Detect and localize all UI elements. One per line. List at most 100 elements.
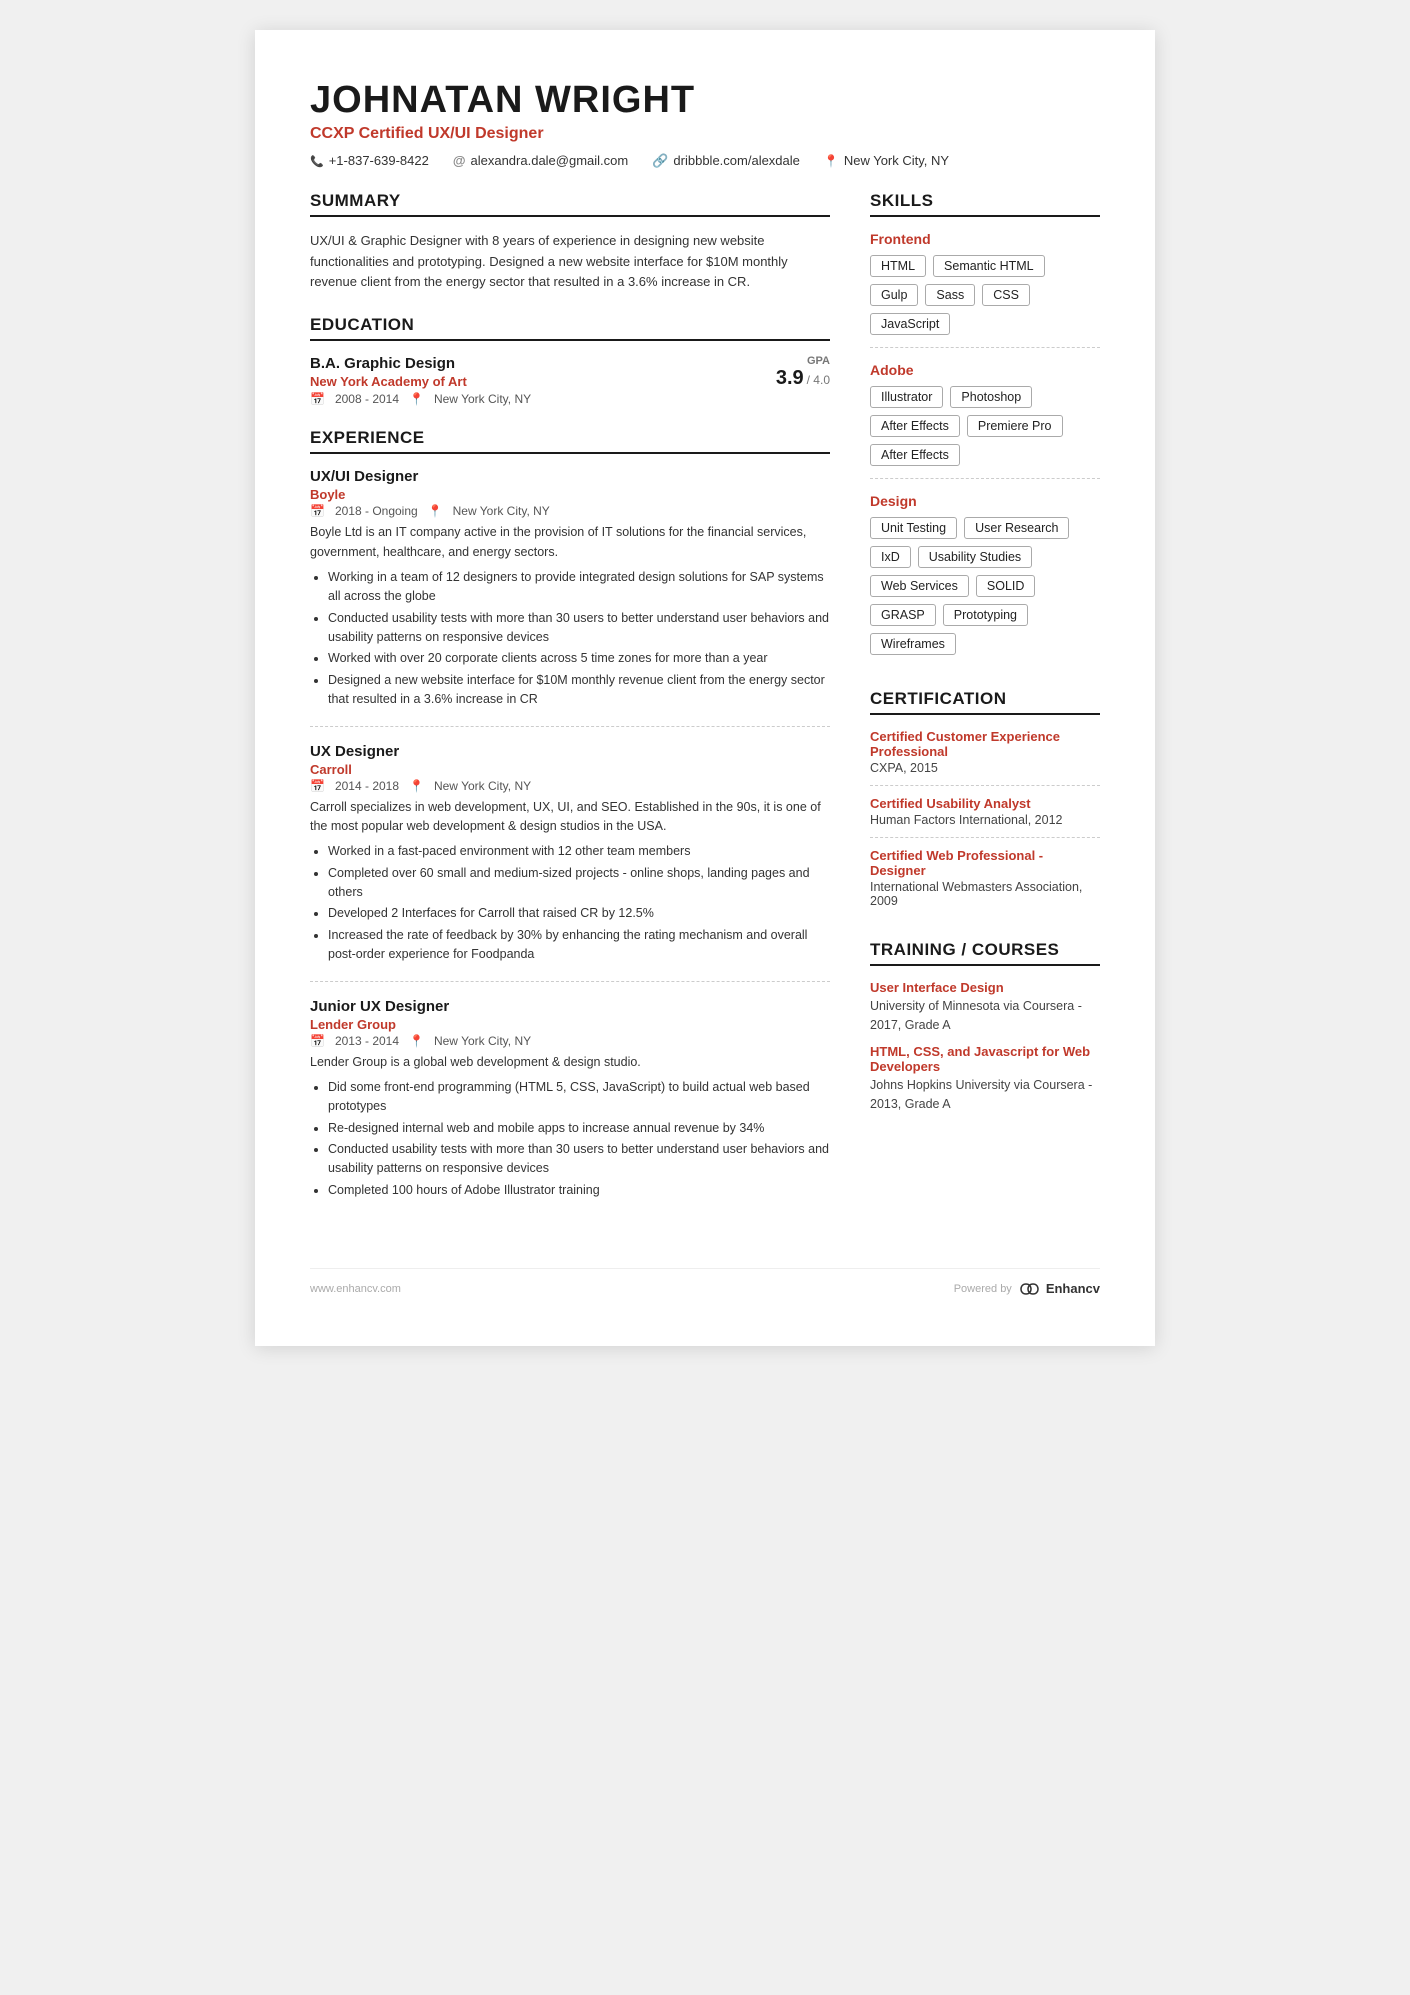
skill-sass: Sass xyxy=(925,284,975,306)
email-icon: @ xyxy=(453,153,466,168)
skills-tags-design: Unit Testing User Research IxD Usability… xyxy=(870,517,1100,655)
skill-user-research: User Research xyxy=(964,517,1069,539)
education-title: EDUCATION xyxy=(310,315,830,341)
skill-wireframes: Wireframes xyxy=(870,633,956,655)
cert-detail-0: CXPA, 2015 xyxy=(870,761,1100,775)
brand-name: Enhancv xyxy=(1046,1281,1100,1296)
summary-title: SUMMARY xyxy=(310,191,830,217)
training-detail-0: University of Minnesota via Coursera - 2… xyxy=(870,997,1100,1035)
gpa-value: 3.9 xyxy=(776,367,804,390)
bullet-1-1: Completed over 60 small and medium-sized… xyxy=(328,864,830,903)
location-icon: 📍 xyxy=(824,154,839,168)
exp-company-1: Carroll xyxy=(310,762,830,777)
email-value: alexandra.dale@gmail.com xyxy=(471,153,629,168)
training-name-0: User Interface Design xyxy=(870,980,1100,995)
cert-name-0: Certified Customer Experience Profession… xyxy=(870,729,1100,759)
bullet-2-0: Did some front-end programming (HTML 5, … xyxy=(328,1078,830,1117)
experience-entry-0: UX/UI Designer Boyle 📅 2018 - Ongoing 📍 … xyxy=(310,468,830,726)
edu-degree: B.A. Graphic Design xyxy=(310,355,760,372)
skills-category-frontend: Frontend HTML Semantic HTML Gulp Sass CS… xyxy=(870,231,1100,348)
skills-tags-adobe: Illustrator Photoshop After Effects Prem… xyxy=(870,386,1100,466)
exp-cal-icon-0: 📅 xyxy=(310,504,325,518)
bullet-1-0: Worked in a fast-paced environment with … xyxy=(328,842,830,861)
skill-html: HTML xyxy=(870,255,926,277)
cert-name-2: Certified Web Professional - Designer xyxy=(870,848,1100,878)
edu-left: B.A. Graphic Design New York Academy of … xyxy=(310,355,760,406)
footer-left: www.enhancv.com xyxy=(310,1283,401,1295)
resume-page: JOHNATAN WRIGHT CCXP Certified UX/UI Des… xyxy=(255,30,1155,1346)
exp-location-1: New York City, NY xyxy=(434,779,531,793)
exp-cal-icon-1: 📅 xyxy=(310,779,325,793)
edu-gpa: GPA 3.9 / 4.0 xyxy=(760,355,830,390)
exp-company-0: Boyle xyxy=(310,487,830,502)
website-value: dribbble.com/alexdale xyxy=(673,153,799,168)
candidate-title: CCXP Certified UX/UI Designer xyxy=(310,125,1100,143)
cert-detail-1: Human Factors International, 2012 xyxy=(870,813,1100,827)
certification-section: CERTIFICATION Certified Customer Experie… xyxy=(870,689,1100,918)
skill-solid: SOLID xyxy=(976,575,1036,597)
bullet-0-2: Worked with over 20 corporate clients ac… xyxy=(328,649,830,668)
skill-usability-studies: Usability Studies xyxy=(918,546,1032,568)
skill-photoshop: Photoshop xyxy=(950,386,1032,408)
skill-ixd: IxD xyxy=(870,546,911,568)
footer-right: Powered by Enhancv xyxy=(954,1281,1100,1296)
summary-text: UX/UI & Graphic Designer with 8 years of… xyxy=(310,231,830,293)
training-entry-0: User Interface Design University of Minn… xyxy=(870,980,1100,1035)
skills-cat-adobe-title: Adobe xyxy=(870,362,1100,378)
edu-school: New York Academy of Art xyxy=(310,374,760,389)
training-entry-1: HTML, CSS, and Javascript for Web Develo… xyxy=(870,1044,1100,1114)
education-entry-0: B.A. Graphic Design New York Academy of … xyxy=(310,355,830,406)
skills-title: SKILLS xyxy=(870,191,1100,217)
skills-category-design: Design Unit Testing User Research IxD Us… xyxy=(870,493,1100,667)
skills-category-adobe: Adobe Illustrator Photoshop After Effect… xyxy=(870,362,1100,479)
edu-top: B.A. Graphic Design New York Academy of … xyxy=(310,355,830,406)
skill-unit-testing: Unit Testing xyxy=(870,517,957,539)
skill-grasp: GRASP xyxy=(870,604,936,626)
exp-desc-0: Boyle Ltd is an IT company active in the… xyxy=(310,523,830,562)
skill-semantic-html: Semantic HTML xyxy=(933,255,1045,277)
skill-illustrator: Illustrator xyxy=(870,386,943,408)
exp-cal-icon-2: 📅 xyxy=(310,1034,325,1048)
email-contact: @ alexandra.dale@gmail.com xyxy=(453,153,628,169)
skill-javascript: JavaScript xyxy=(870,313,950,335)
experience-title: EXPERIENCE xyxy=(310,428,830,454)
cert-detail-2: International Webmasters Association, 20… xyxy=(870,880,1100,908)
phone-icon xyxy=(310,153,324,168)
cert-entry-1: Certified Usability Analyst Human Factor… xyxy=(870,796,1100,838)
cert-entry-2: Certified Web Professional - Designer In… xyxy=(870,848,1100,918)
website-contact: 🔗 dribbble.com/alexdale xyxy=(652,153,800,169)
skills-section: SKILLS Frontend HTML Semantic HTML Gulp … xyxy=(870,191,1100,667)
main-content: SUMMARY UX/UI & Graphic Designer with 8 … xyxy=(310,191,1100,1238)
skill-web-services: Web Services xyxy=(870,575,969,597)
exp-location-2: New York City, NY xyxy=(434,1034,531,1048)
skills-tags-frontend: HTML Semantic HTML Gulp Sass CSS JavaScr… xyxy=(870,255,1100,335)
bullet-1-3: Increased the rate of feedback by 30% by… xyxy=(328,926,830,965)
exp-bullets-0: Working in a team of 12 designers to pro… xyxy=(310,568,830,710)
exp-bullets-2: Did some front-end programming (HTML 5, … xyxy=(310,1078,830,1200)
edu-location: New York City, NY xyxy=(434,392,531,406)
bullet-1-2: Developed 2 Interfaces for Carroll that … xyxy=(328,904,830,923)
exp-loc-icon-1: 📍 xyxy=(409,779,424,793)
exp-title-2: Junior UX Designer xyxy=(310,998,830,1015)
edu-meta: 📅 2008 - 2014 📍 New York City, NY xyxy=(310,392,760,406)
powered-by-label: Powered by xyxy=(954,1283,1012,1295)
exp-loc-icon-2: 📍 xyxy=(409,1034,424,1048)
header: JOHNATAN WRIGHT CCXP Certified UX/UI Des… xyxy=(310,80,1100,169)
footer: www.enhancv.com Powered by Enhancv xyxy=(310,1268,1100,1296)
exp-title-0: UX/UI Designer xyxy=(310,468,830,485)
experience-entry-2: Junior UX Designer Lender Group 📅 2013 -… xyxy=(310,998,830,1217)
exp-bullets-1: Worked in a fast-paced environment with … xyxy=(310,842,830,964)
bullet-2-3: Completed 100 hours of Adobe Illustrator… xyxy=(328,1181,830,1200)
exp-years-2: 2013 - 2014 xyxy=(335,1034,399,1048)
exp-desc-2: Lender Group is a global web development… xyxy=(310,1053,830,1072)
skill-premiere-pro: Premiere Pro xyxy=(967,415,1063,437)
education-section: EDUCATION B.A. Graphic Design New York A… xyxy=(310,315,830,406)
exp-desc-1: Carroll specializes in web development, … xyxy=(310,798,830,837)
skill-prototyping: Prototyping xyxy=(943,604,1028,626)
edu-loc-icon: 📍 xyxy=(409,392,424,406)
bullet-2-2: Conducted usability tests with more than… xyxy=(328,1140,830,1179)
gpa-max: / 4.0 xyxy=(807,373,830,387)
skill-css: CSS xyxy=(982,284,1030,306)
bullet-0-0: Working in a team of 12 designers to pro… xyxy=(328,568,830,607)
phone-value: +1-837-639-8422 xyxy=(329,153,429,168)
